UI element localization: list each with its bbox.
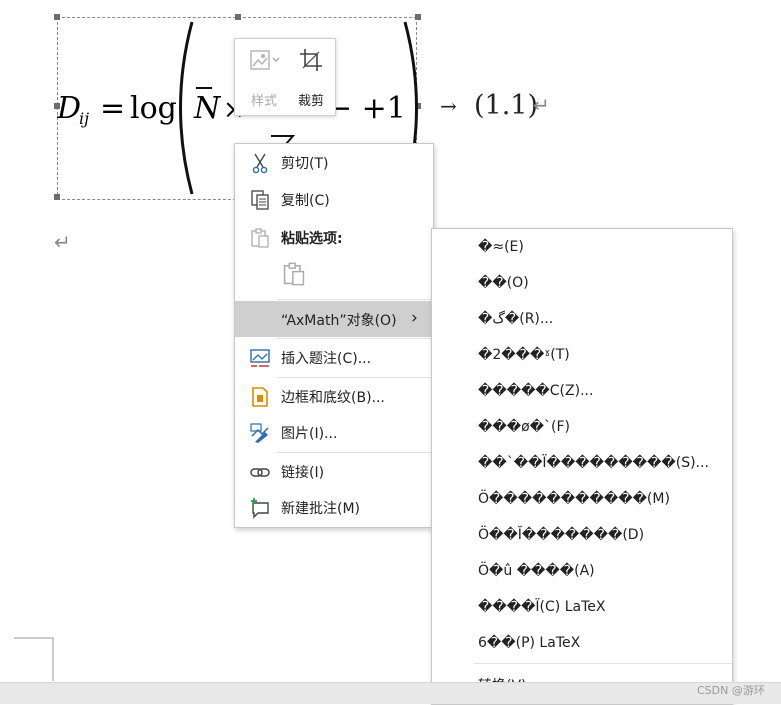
submenu-item-copy-latex[interactable]: ����Ï(C) LaTeX xyxy=(478,599,605,615)
paste-picture-icon xyxy=(283,262,305,286)
svg-text:ij: ij xyxy=(79,109,89,128)
paste-icon xyxy=(251,228,269,248)
crop-button[interactable]: 裁剪 xyxy=(287,39,335,115)
menu-item-label: 链接(I) xyxy=(281,465,325,481)
menu-item-link[interactable]: 链接(I) xyxy=(235,453,433,489)
menu-item-label: 图片(I)... xyxy=(281,426,338,442)
submenu-item-open[interactable]: ��(O) xyxy=(478,275,529,291)
menu-item-label: 边框和底纹(B)... xyxy=(281,390,385,406)
svg-text:− +1: − +1 xyxy=(327,91,406,126)
picture-style-icon xyxy=(250,50,280,70)
equation-number: (1.1) xyxy=(474,90,539,121)
menu-item-label: 剪切(T) xyxy=(281,156,329,172)
menu-item-label: “AxMath”对象(O) xyxy=(281,313,397,329)
menu-item-label: 新建批注(M) xyxy=(281,501,361,517)
mini-toolbar: 样式 裁剪 xyxy=(234,38,336,116)
context-menu: 剪切(T) 复制(C) 粘贴选项: “AxMath”对象(O) › 插入题注(C… xyxy=(234,143,434,528)
submenu-item-r[interactable]: �گ�(R)... xyxy=(478,311,553,327)
submenu-item-t[interactable]: �2���ˠ(T) xyxy=(478,347,570,363)
menu-item-label: 粘贴选项: xyxy=(281,231,343,247)
paste-keep-picture-button[interactable] xyxy=(281,261,311,291)
submenu-item-edit[interactable]: �≈(E) xyxy=(478,239,524,255)
crop-button-label: 裁剪 xyxy=(297,94,324,109)
paragraph-mark-empty-line: ↵ xyxy=(54,230,71,254)
copy-icon xyxy=(251,190,269,210)
submenu-item-a[interactable]: Ö�û ����(A) xyxy=(478,563,595,579)
svg-text:D: D xyxy=(57,91,81,126)
submenu-item-f[interactable]: ���ø�`(F) xyxy=(478,419,570,435)
svg-text:N: N xyxy=(193,91,222,126)
equation-arrow: → xyxy=(440,94,457,118)
submenu-item-paste-latex[interactable]: 6��(P) LaTeX xyxy=(478,635,580,651)
watermark: CSDN @游环 xyxy=(697,684,765,697)
menu-item-borders-shading[interactable]: 边框和底纹(B)... xyxy=(235,378,433,414)
picture-format-icon xyxy=(250,423,269,443)
submenu-separator xyxy=(474,663,732,664)
page-corner-mark xyxy=(14,637,54,681)
menu-item-cut[interactable]: 剪切(T) xyxy=(235,144,433,180)
borders-shading-icon xyxy=(252,387,268,407)
svg-text:log: log xyxy=(130,91,177,126)
crop-icon xyxy=(300,49,322,71)
insert-caption-icon xyxy=(250,349,270,367)
svg-text:=: = xyxy=(100,91,125,126)
menu-item-insert-caption[interactable]: 插入题注(C)... xyxy=(235,339,433,375)
scissors-icon xyxy=(252,153,268,174)
menu-item-copy[interactable]: 复制(C) xyxy=(235,181,433,217)
menu-item-picture-format[interactable]: 图片(I)... xyxy=(235,414,433,450)
menu-item-axmath-object[interactable]: “AxMath”对象(O) › xyxy=(235,301,433,337)
menu-item-new-comment[interactable]: 新建批注(M) xyxy=(235,489,433,525)
submenu-item-m[interactable]: Ö�����������(M) xyxy=(478,491,670,507)
submenu-item-d[interactable]: Ö��Ĭ�������(D) xyxy=(478,527,644,543)
new-comment-icon xyxy=(251,498,269,519)
menu-item-paste-options: 粘贴选项: xyxy=(235,219,433,255)
submenu-item-s[interactable]: ��`��Ï���������(S)... xyxy=(478,455,709,471)
chevron-right-icon: › xyxy=(411,308,418,328)
link-icon xyxy=(250,468,270,477)
status-bar xyxy=(0,682,781,704)
paragraph-mark: ↵ xyxy=(533,93,550,117)
axmath-submenu: �≈(E) ��(O) �گ�(R)... �2���ˠ(T) �����C(Z… xyxy=(431,228,733,705)
menu-separator xyxy=(277,299,433,300)
submenu-item-z[interactable]: �����C(Z)... xyxy=(478,383,593,399)
menu-item-label: 复制(C) xyxy=(281,193,330,209)
style-button[interactable]: 样式 xyxy=(235,39,293,115)
style-button-label: 样式 xyxy=(250,94,277,109)
menu-item-label: 插入题注(C)... xyxy=(281,351,372,367)
